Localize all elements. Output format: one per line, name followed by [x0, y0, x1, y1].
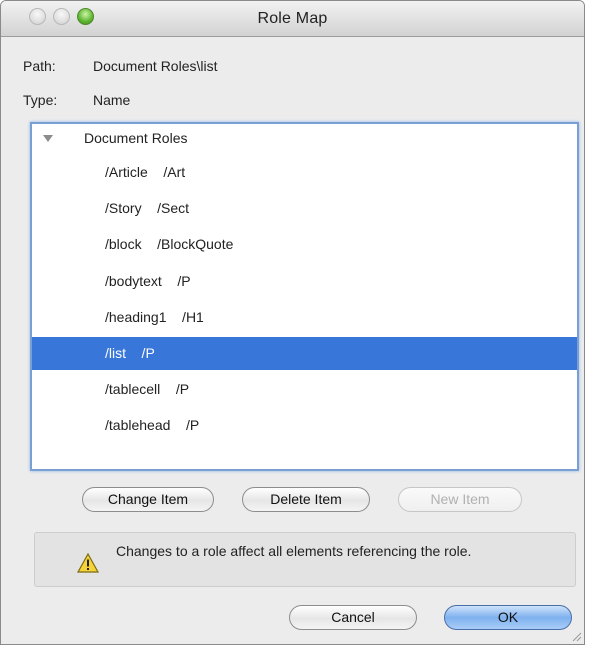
list-item-label: /bodytext /P [105, 272, 191, 289]
list-item[interactable]: /Article /Art [32, 156, 577, 189]
role-map-dialog: Role Map Path: Document Roles\list Type:… [0, 0, 585, 645]
notice-panel: Changes to a role affect all elements re… [34, 532, 576, 587]
list-item[interactable]: /heading1 /H1 [32, 301, 577, 334]
title-bar[interactable]: Role Map [1, 1, 584, 37]
delete-item-button[interactable]: Delete Item [242, 487, 370, 512]
new-item-button: New Item [398, 487, 522, 512]
path-label: Path: [23, 58, 56, 74]
list-item[interactable]: /list /P [32, 337, 577, 370]
list-item-label: /tablecell /P [105, 381, 190, 398]
list-item-label: /Article /Art [105, 164, 186, 180]
list-item[interactable]: /block /BlockQuote [32, 228, 577, 261]
list-item[interactable]: /tablehead /P [32, 409, 577, 442]
cancel-button[interactable]: Cancel [289, 605, 417, 630]
ok-button[interactable]: OK [444, 605, 572, 630]
list-item-label: /list /P [105, 345, 155, 361]
list-item-label: /heading1 /H1 [105, 308, 204, 325]
list-item[interactable]: /tablecell /P [32, 373, 577, 406]
tree-root-label: Document Roles [84, 130, 188, 146]
list-item[interactable]: /Story /Sect [32, 192, 577, 225]
type-value: Name [93, 92, 131, 108]
warning-icon [77, 553, 99, 573]
list-item-label: /Story /Sect [105, 200, 190, 217]
disclosure-triangle-icon[interactable] [43, 135, 53, 142]
path-value: Document Roles\list [93, 58, 218, 74]
list-item-label: /block /BlockQuote [105, 236, 234, 253]
tree-root-row[interactable]: Document Roles [32, 126, 577, 154]
list-item[interactable]: /bodytext /P [32, 265, 577, 298]
resize-grip-icon[interactable] [570, 630, 582, 642]
change-item-button[interactable]: Change Item [82, 487, 214, 512]
list-item-label: /tablehead /P [105, 417, 200, 434]
type-label: Type: [23, 92, 58, 108]
notice-text: Changes to a role affect all elements re… [116, 543, 472, 559]
window-title: Role Map [257, 10, 328, 27]
role-list[interactable]: Document Roles /Article /Art/Story /Sect… [30, 122, 579, 471]
